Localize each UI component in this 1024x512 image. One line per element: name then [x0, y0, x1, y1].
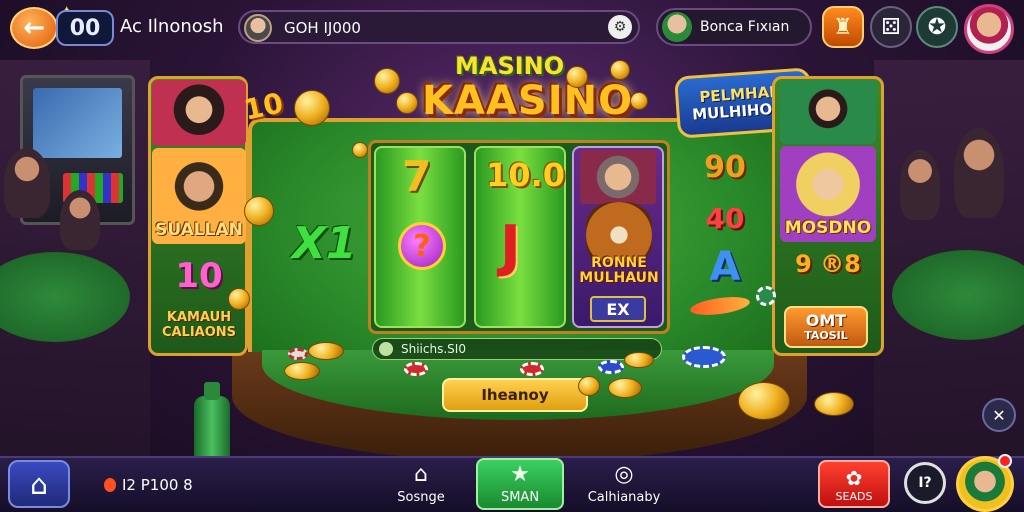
poker-chip	[682, 346, 726, 368]
right-panel-button-line1: OMT	[805, 310, 847, 330]
nav-store-label: SEADS	[835, 489, 873, 503]
poker-chip	[598, 360, 624, 374]
balance-avatar	[244, 14, 272, 42]
multiplier-symbol: X1	[292, 218, 357, 269]
user-avatar[interactable]	[964, 4, 1014, 54]
character-portrait-man	[780, 80, 876, 144]
tools-icon[interactable]: ✕	[982, 398, 1016, 432]
paytable-symbol-a: A	[709, 244, 741, 290]
gold-coin	[630, 92, 648, 110]
stake-text: Shiichs.SI0	[401, 342, 466, 356]
gold-coin	[578, 376, 600, 396]
reel-symbol-100: 10.0	[486, 156, 565, 194]
game-subtitle: MASINO	[455, 52, 565, 80]
character-portrait-woman	[152, 80, 246, 146]
poker-chip	[404, 362, 428, 376]
gold-coin	[308, 342, 344, 360]
coin-amount: I2 P100 8	[122, 476, 193, 494]
home-icon: ⌂	[30, 467, 48, 501]
reel-3-label-line1: RONNE	[591, 255, 647, 271]
reel-symbol-orb: ?	[398, 222, 446, 270]
friend-label: Bonca Fıxıan	[700, 19, 790, 35]
arrow-left-icon: ←	[23, 13, 45, 43]
gold-coin	[738, 382, 790, 420]
nav-main-label: SMAN	[500, 490, 540, 505]
settings-gear-icon: I?	[918, 475, 932, 491]
right-panel-button-line2: TAOSIL	[804, 328, 848, 342]
gold-coin	[396, 92, 418, 114]
gold-coin	[814, 392, 854, 416]
coin-icon	[104, 478, 116, 492]
bonus-gift-icon[interactable]: ♜	[822, 6, 864, 48]
level-badge: 00	[56, 10, 114, 46]
spin-button[interactable]: Iheanoy	[442, 378, 588, 412]
gold-coin	[566, 66, 588, 88]
right-panel-label: MOSDNO	[784, 218, 872, 238]
star-icon: ★	[510, 461, 530, 487]
back-button[interactable]: ←	[10, 7, 58, 49]
nav-community[interactable]: ◎ Calhianaby	[576, 460, 672, 510]
friend-avatar	[662, 12, 692, 42]
gold-coin	[294, 90, 330, 126]
gold-coin	[624, 352, 654, 368]
notification-dot	[998, 454, 1012, 468]
friend-bar[interactable]: Bonca Fıxıan	[656, 8, 812, 46]
community-icon: ◎	[614, 461, 634, 487]
left-panel-button-line2: CALIAONS	[161, 325, 237, 340]
background-person	[954, 128, 1004, 218]
gold-coin	[374, 68, 400, 94]
nav-scene-label: Sosnge	[397, 490, 445, 505]
nav-scene[interactable]: ⌂ Sosnge	[376, 460, 466, 510]
nav-community-label: Calhianaby	[587, 490, 661, 505]
poker-chip-icon[interactable]: ✪	[916, 6, 958, 48]
balance-value: GOH IJ000	[284, 19, 361, 37]
reel-symbol-man-portrait	[580, 150, 656, 204]
stake-icon	[379, 342, 393, 356]
gold-coin	[244, 196, 274, 226]
nav-store[interactable]: ✿ SEADS	[818, 460, 890, 508]
stake-info: Shiichs.SI0	[372, 338, 662, 360]
gold-coin	[284, 362, 320, 380]
poker-chip	[756, 286, 776, 306]
top-bar: ← ✦ 00 Ac Ilnonosh GOH IJ000 ⚙ Bonca Fıx…	[0, 0, 1024, 58]
reel-symbol-j: J	[500, 214, 521, 279]
right-panel-button[interactable]: OMT TAOSIL	[784, 306, 868, 348]
poker-chip	[520, 362, 544, 376]
settings-button[interactable]: I?	[904, 462, 946, 504]
scene-icon: ⌂	[414, 461, 428, 487]
gold-coin	[610, 60, 630, 80]
right-panel-value: 9 ®8	[795, 250, 861, 278]
balance-settings-icon[interactable]: ⚙	[608, 15, 632, 39]
left-panel-button[interactable]: KAMAUH CALIAONS	[152, 310, 246, 340]
left-panel-button-line1: KAMAUH	[166, 310, 232, 325]
gold-coin	[608, 378, 642, 398]
reel-3-label-line2: MULHAUN	[579, 270, 659, 286]
paytable-symbol-40: 40	[705, 202, 745, 235]
dice-icon[interactable]: ⚄	[870, 6, 912, 48]
nav-main[interactable]: ★ SMAN	[476, 458, 564, 510]
reel-symbol-seven: 7	[402, 152, 432, 201]
bottle-decor	[194, 382, 230, 462]
paytable-symbol-90: 90	[704, 150, 746, 185]
left-panel-label: SUALLAN	[155, 220, 243, 240]
player-name: Ac Ilnonosh	[120, 16, 224, 37]
gold-coin	[352, 142, 368, 158]
background-person	[4, 148, 50, 218]
game-title: KAASINO	[422, 78, 634, 124]
gold-coin	[228, 288, 250, 310]
store-icon: ✿	[845, 465, 863, 490]
reel-3-tag: EX	[590, 296, 646, 322]
home-button[interactable]: ⌂	[8, 460, 70, 508]
balance-bar[interactable]: GOH IJ000 ⚙	[238, 10, 640, 44]
background-person	[900, 150, 940, 220]
reel-symbol-bear	[586, 202, 652, 262]
poker-chip	[288, 348, 308, 360]
background-person	[60, 190, 100, 250]
reel-3-label: RONNE MULHAUN	[574, 256, 664, 286]
reel-symbol-orb-label: ?	[413, 228, 431, 264]
